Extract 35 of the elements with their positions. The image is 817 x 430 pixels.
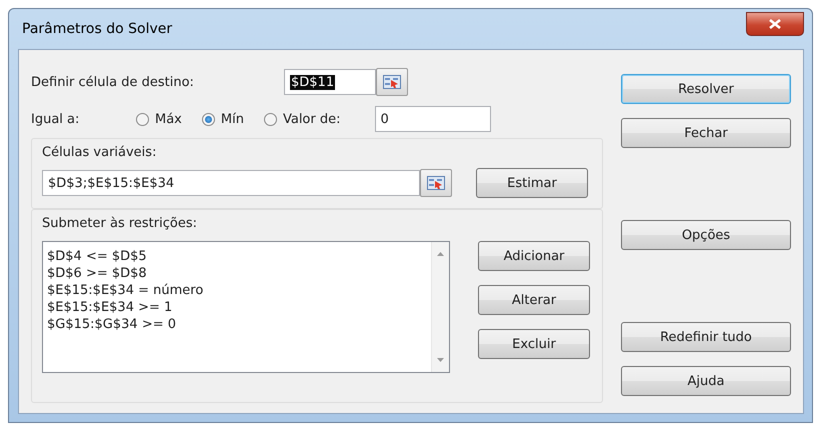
dialog-button[interactable]: Opções (621, 220, 791, 250)
value-field[interactable]: 0 (374, 106, 490, 132)
constraint-item[interactable]: $E$15:$E$34 = número (47, 282, 427, 299)
constraints-list[interactable]: $D$4 <= $D$5 $D$6 >= $D$8 $E$15:$E$34 = número $E$15:$E$34 >= 1 $G$15:$G$34 >= 0 (42, 241, 450, 373)
window-title: Parâmetros do Solver (21, 21, 172, 37)
constraint-button[interactable]: Alterar (478, 285, 590, 315)
collapse-button[interactable] (376, 68, 408, 96)
dialog-button[interactable]: Fechar (621, 118, 791, 148)
target-cell-field[interactable]: $D$11 (284, 69, 376, 95)
collapse-dialog-icon (383, 75, 401, 89)
constraint-item[interactable]: $D$4 <= $D$5 (47, 248, 427, 265)
dialog-button[interactable]: Redefinir tudo (621, 322, 791, 352)
equal-to-label: Igual a: (31, 112, 80, 126)
scroll-down-icon (437, 358, 444, 362)
scroll-up-icon (437, 252, 444, 256)
radio-option[interactable]: Máx (136, 112, 182, 126)
dialog-button[interactable]: Ajuda (621, 366, 791, 396)
radio-option[interactable]: Mín (202, 112, 244, 126)
estimate-button[interactable]: Estimar (476, 168, 588, 198)
constraint-button[interactable]: Excluir (478, 329, 590, 359)
variable-cells-label: Células variáveis: (42, 145, 158, 160)
constraint-button[interactable]: Adicionar (478, 241, 590, 271)
constraint-item[interactable]: $D$6 >= $D$8 (47, 265, 427, 282)
constraint-item[interactable]: $E$15:$E$34 >= 1 (47, 299, 427, 316)
close-icon (769, 19, 781, 29)
variable-cells-field[interactable]: $D$3;$E$15:$E$34 (42, 170, 420, 196)
constraint-item[interactable]: $G$15:$G$34 >= 0 (47, 316, 427, 333)
close-button[interactable] (746, 12, 804, 36)
dialog-button[interactable]: Resolver (621, 74, 791, 104)
scrollbar[interactable] (431, 242, 449, 372)
collapse-dialog-icon (427, 176, 445, 190)
constraints-label: Submeter às restrições: (42, 216, 198, 231)
collapse-button[interactable] (420, 169, 452, 197)
radio-option[interactable]: Valor de: (264, 112, 340, 126)
target-cell-label: Definir célula de destino: (31, 74, 195, 90)
